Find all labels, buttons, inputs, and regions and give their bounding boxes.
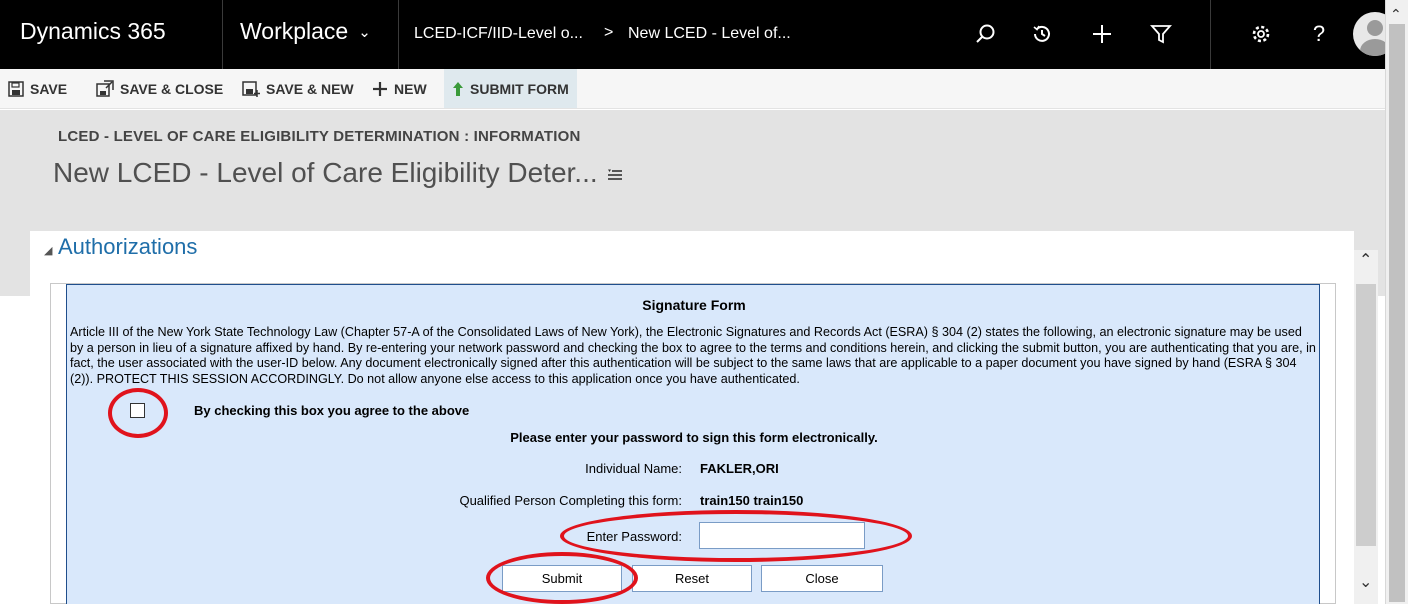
chevron-up-icon[interactable]: ⌃	[1359, 250, 1372, 270]
area-selector[interactable]: Workplace ⌄	[240, 18, 371, 45]
password-label: Enter Password:	[586, 529, 682, 544]
filter-icon[interactable]	[1147, 20, 1175, 48]
search-icon[interactable]	[972, 20, 1000, 48]
submit-form-button[interactable]: SUBMIT FORM	[444, 69, 577, 108]
save-close-button[interactable]: SAVE & CLOSE	[96, 69, 223, 108]
form-scrollbar[interactable]: ⌃ ⌄	[1354, 250, 1378, 604]
collapse-triangle-icon[interactable]: ◢	[44, 244, 52, 257]
close-button[interactable]: Close	[761, 565, 883, 592]
area-label: Workplace	[240, 18, 349, 44]
settings-icon[interactable]	[1247, 20, 1275, 48]
scrollbar-thumb[interactable]	[1389, 24, 1405, 602]
app-title[interactable]: Dynamics 365	[20, 18, 166, 45]
page-scrollbar[interactable]: ⌃	[1385, 0, 1408, 604]
command-bar: SAVE SAVE & CLOSE SAVE & NEW NEW SUBMIT …	[0, 69, 1385, 109]
recent-icon[interactable]	[1028, 20, 1056, 48]
save-new-label: SAVE & NEW	[266, 80, 354, 97]
save-new-icon	[242, 80, 260, 97]
form-selector-icon[interactable]	[607, 168, 623, 186]
password-input[interactable]	[699, 522, 865, 549]
add-icon[interactable]	[1088, 20, 1116, 48]
save-icon	[8, 80, 24, 97]
nav-divider	[398, 0, 399, 69]
legal-text: Article III of the New York State Techno…	[70, 325, 1316, 386]
help-icon[interactable]: ?	[1305, 20, 1333, 48]
breadcrumb-record[interactable]: New LCED - Level of...	[628, 25, 791, 43]
qualified-person-label: Qualified Person Completing this form:	[459, 493, 682, 508]
individual-name-value: FAKLER,ORI	[700, 461, 779, 476]
save-new-button[interactable]: SAVE & NEW	[242, 69, 354, 108]
new-button[interactable]: NEW	[372, 69, 427, 108]
scrollbar-thumb[interactable]	[1356, 284, 1376, 546]
arrow-up-icon	[452, 81, 464, 97]
breadcrumb-separator: >	[604, 24, 614, 41]
signature-title: Signature Form	[642, 297, 746, 313]
chevron-down-icon: ⌄	[358, 24, 371, 41]
chevron-down-icon[interactable]: ⌄	[1359, 572, 1372, 592]
plus-icon	[372, 81, 388, 97]
record-title: New LCED - Level of Care Eligibility Det…	[53, 157, 598, 188]
agree-checkbox[interactable]	[130, 403, 145, 418]
new-label: NEW	[394, 80, 427, 97]
nav-divider	[222, 0, 223, 69]
agree-label: By checking this box you agree to the ab…	[194, 403, 470, 418]
submit-form-label: SUBMIT FORM	[470, 80, 569, 97]
save-button[interactable]: SAVE	[8, 69, 67, 108]
section-title[interactable]: Authorizations	[58, 234, 197, 260]
nav-divider	[1210, 0, 1211, 69]
qualified-person-value: train150 train150	[700, 493, 804, 508]
submit-button[interactable]: Submit	[502, 565, 622, 592]
entity-label: LCED - LEVEL OF CARE ELIGIBILITY DETERMI…	[58, 128, 581, 145]
individual-name-label: Individual Name:	[585, 461, 682, 476]
scroll-up-icon[interactable]: ⌃	[1390, 6, 1402, 23]
avatar-head	[1367, 20, 1383, 36]
password-instruction: Please enter your password to sign this …	[510, 430, 878, 445]
breadcrumb-entity[interactable]: LCED-ICF/IID-Level o...	[414, 25, 583, 43]
save-label: SAVE	[30, 80, 68, 97]
save-close-label: SAVE & CLOSE	[120, 80, 224, 97]
save-close-icon	[96, 79, 114, 98]
top-navbar: Dynamics 365 Workplace ⌄ LCED-ICF/IID-Lev…	[0, 0, 1397, 69]
signature-panel: Signature Form Article III of the New Yo…	[66, 284, 1320, 604]
reset-button[interactable]: Reset	[632, 565, 752, 592]
